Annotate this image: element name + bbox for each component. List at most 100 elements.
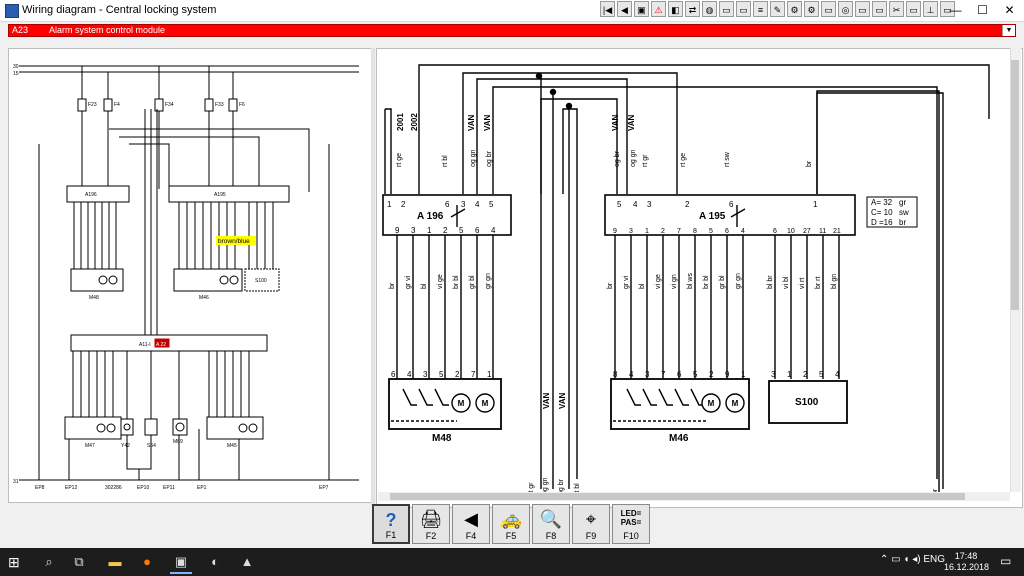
component-label: M69 bbox=[173, 439, 183, 445]
wire-color: br bl bbox=[703, 275, 710, 289]
tools-icon[interactable]: ✂ bbox=[889, 1, 904, 17]
warning-icon[interactable]: ⚠ bbox=[651, 1, 666, 17]
tools-icon[interactable]: ✎ bbox=[770, 1, 785, 17]
rail-label: 31 bbox=[13, 479, 19, 485]
task-view-icon[interactable]: ⧉ bbox=[68, 552, 90, 572]
pin: 5 bbox=[459, 226, 464, 235]
pin: 1 bbox=[741, 370, 746, 379]
prev-page-icon[interactable]: ◀ bbox=[617, 1, 632, 17]
van-label: VAN bbox=[542, 392, 551, 409]
component-label: S64 bbox=[147, 443, 156, 449]
wire-color: br rt bbox=[815, 277, 822, 290]
engine-icon[interactable]: ⚙ bbox=[787, 1, 802, 17]
image-icon[interactable]: ▣ bbox=[634, 1, 649, 17]
car-icon[interactable]: ▭ bbox=[906, 1, 921, 17]
color-icon[interactable]: ◧ bbox=[668, 1, 683, 17]
app-icon[interactable]: ◐ bbox=[204, 552, 226, 572]
pin: 1 bbox=[487, 370, 492, 379]
svg-text:M: M bbox=[482, 399, 489, 408]
vertical-scrollbar-thumb[interactable] bbox=[1011, 60, 1019, 310]
car-icon: 🚕 bbox=[499, 509, 523, 529]
wire-color: gr gn bbox=[735, 273, 742, 289]
detail-diagram-pane[interactable]: A= 32 gr C= 10 sw D =16 br A 196 A 195 M… bbox=[376, 48, 1023, 508]
wheel-icon[interactable]: ◎ bbox=[838, 1, 853, 17]
horizontal-scrollbar-thumb[interactable] bbox=[390, 493, 965, 500]
chevron-down-icon[interactable]: ▼ bbox=[1002, 25, 1015, 36]
nav-icon[interactable]: ⇄ bbox=[685, 1, 700, 17]
legend-item: C= 10 bbox=[871, 208, 893, 217]
pin: 27 bbox=[803, 228, 811, 235]
print-icon: 🖨 bbox=[419, 509, 443, 529]
wire-color: br bbox=[607, 282, 614, 289]
module-title: A 196 bbox=[417, 211, 444, 222]
pin: 5 bbox=[439, 370, 444, 379]
fkey-label: F10 bbox=[623, 531, 639, 541]
car-icon[interactable]: ▭ bbox=[821, 1, 836, 17]
wire-color: vi gn bbox=[671, 274, 678, 289]
component-selector[interactable]: A23 Alarm system control module ▼ bbox=[8, 24, 1016, 37]
search-icon[interactable]: ⌕ bbox=[38, 552, 60, 572]
wire-color: vi ge bbox=[437, 274, 444, 289]
f4-back-button[interactable]: ◀ F4 bbox=[452, 504, 490, 544]
pin: 9 bbox=[395, 226, 400, 235]
f2-print-button[interactable]: 🖨 F2 bbox=[412, 504, 450, 544]
pin: 1 bbox=[813, 200, 818, 209]
wire-color: rt gr bbox=[642, 154, 649, 167]
component-name: Alarm system control module bbox=[49, 25, 166, 35]
start-button[interactable]: ⊞ bbox=[8, 554, 24, 570]
ground-label: EP8 bbox=[35, 485, 45, 491]
pin: 2 bbox=[709, 370, 714, 379]
f8-search-button[interactable]: 🔍 F8 bbox=[532, 504, 570, 544]
list-icon[interactable]: ≡ bbox=[753, 1, 768, 17]
van-label: VAN bbox=[483, 114, 492, 131]
minimize-button[interactable]: — bbox=[942, 0, 969, 20]
car-icon[interactable]: ▭ bbox=[855, 1, 870, 17]
ground-label: EP12 bbox=[65, 485, 77, 491]
fkey-label: F2 bbox=[425, 531, 437, 541]
toolbar-icons: |◀ ◀ ▣ ⚠ ◧ ⇄ ◍ ▭ ▭ ≡ ✎ ⚙ ⚙ ▭ ◎ ▭ ▭ ✂ ▭ ⊥… bbox=[600, 1, 955, 19]
f1-help-button[interactable]: ? F1 bbox=[372, 504, 410, 544]
svg-text:M: M bbox=[732, 399, 739, 408]
wire-highlight-label: brown/blue bbox=[218, 238, 250, 245]
f5-vehicle-button[interactable]: 🚕 F5 bbox=[492, 504, 530, 544]
pin: 11 bbox=[819, 228, 826, 235]
car-icon[interactable]: ▭ bbox=[719, 1, 734, 17]
wiring-app-icon[interactable]: ▣ bbox=[170, 552, 192, 574]
van-label: VAN bbox=[611, 114, 620, 131]
wire-color: bl ws bbox=[687, 273, 694, 289]
component-label: Y42 bbox=[121, 443, 130, 449]
module-title: A 195 bbox=[699, 211, 726, 222]
close-button[interactable]: ✕ bbox=[996, 0, 1023, 20]
wire-color: gr vi bbox=[623, 275, 630, 289]
pin: 4 bbox=[629, 370, 634, 379]
wire-color: rt sw bbox=[724, 151, 731, 167]
globe-icon[interactable]: ◍ bbox=[702, 1, 717, 17]
wire-color: bl bbox=[421, 283, 428, 289]
image-viewer-icon[interactable]: ▲ bbox=[236, 552, 258, 572]
component-label: S100 bbox=[255, 278, 267, 284]
f9-zoom-button[interactable]: ⌖ F9 bbox=[572, 504, 610, 544]
pin: 4 bbox=[741, 228, 745, 235]
app-icon bbox=[5, 4, 19, 18]
car-icon[interactable]: ▭ bbox=[872, 1, 887, 17]
overview-diagram-pane[interactable]: 30 15 31 F23 F4 F34 F33 F6 A196 A195 A11… bbox=[8, 48, 372, 503]
notification-icon[interactable]: ▭ bbox=[1000, 554, 1011, 568]
engine-icon[interactable]: ⚙ bbox=[804, 1, 819, 17]
lift-icon[interactable]: ⊥ bbox=[923, 1, 938, 17]
pin: 9 bbox=[725, 370, 730, 379]
fuse-label: F23 bbox=[88, 102, 97, 108]
car-icon[interactable]: ▭ bbox=[736, 1, 751, 17]
f10-led-button[interactable]: LED= PAS= F10 bbox=[612, 504, 650, 544]
firefox-icon[interactable]: ● bbox=[136, 552, 158, 572]
pane-splitter[interactable] bbox=[371, 48, 375, 506]
system-tray[interactable]: ⌃ ▭ ◖ ◂) ENG bbox=[880, 554, 945, 565]
first-page-icon[interactable]: |◀ bbox=[600, 1, 615, 17]
wire-color: bl bbox=[639, 283, 646, 289]
window-title: Wiring diagram - Central locking system bbox=[22, 4, 217, 16]
file-explorer-icon[interactable]: ▬ bbox=[104, 552, 126, 572]
clock[interactable]: 17:48 16.12.2018 bbox=[944, 551, 989, 573]
maximize-button[interactable]: ☐ bbox=[969, 0, 996, 20]
wire-color: bl br bbox=[767, 275, 774, 289]
taskbar: ⊞ ⌕ ⧉ ▬ ● ▣ ◐ ▲ ⌃ ▭ ◖ ◂) ENG 17:48 16.12… bbox=[0, 548, 1024, 576]
fuse-label: F34 bbox=[165, 102, 174, 108]
